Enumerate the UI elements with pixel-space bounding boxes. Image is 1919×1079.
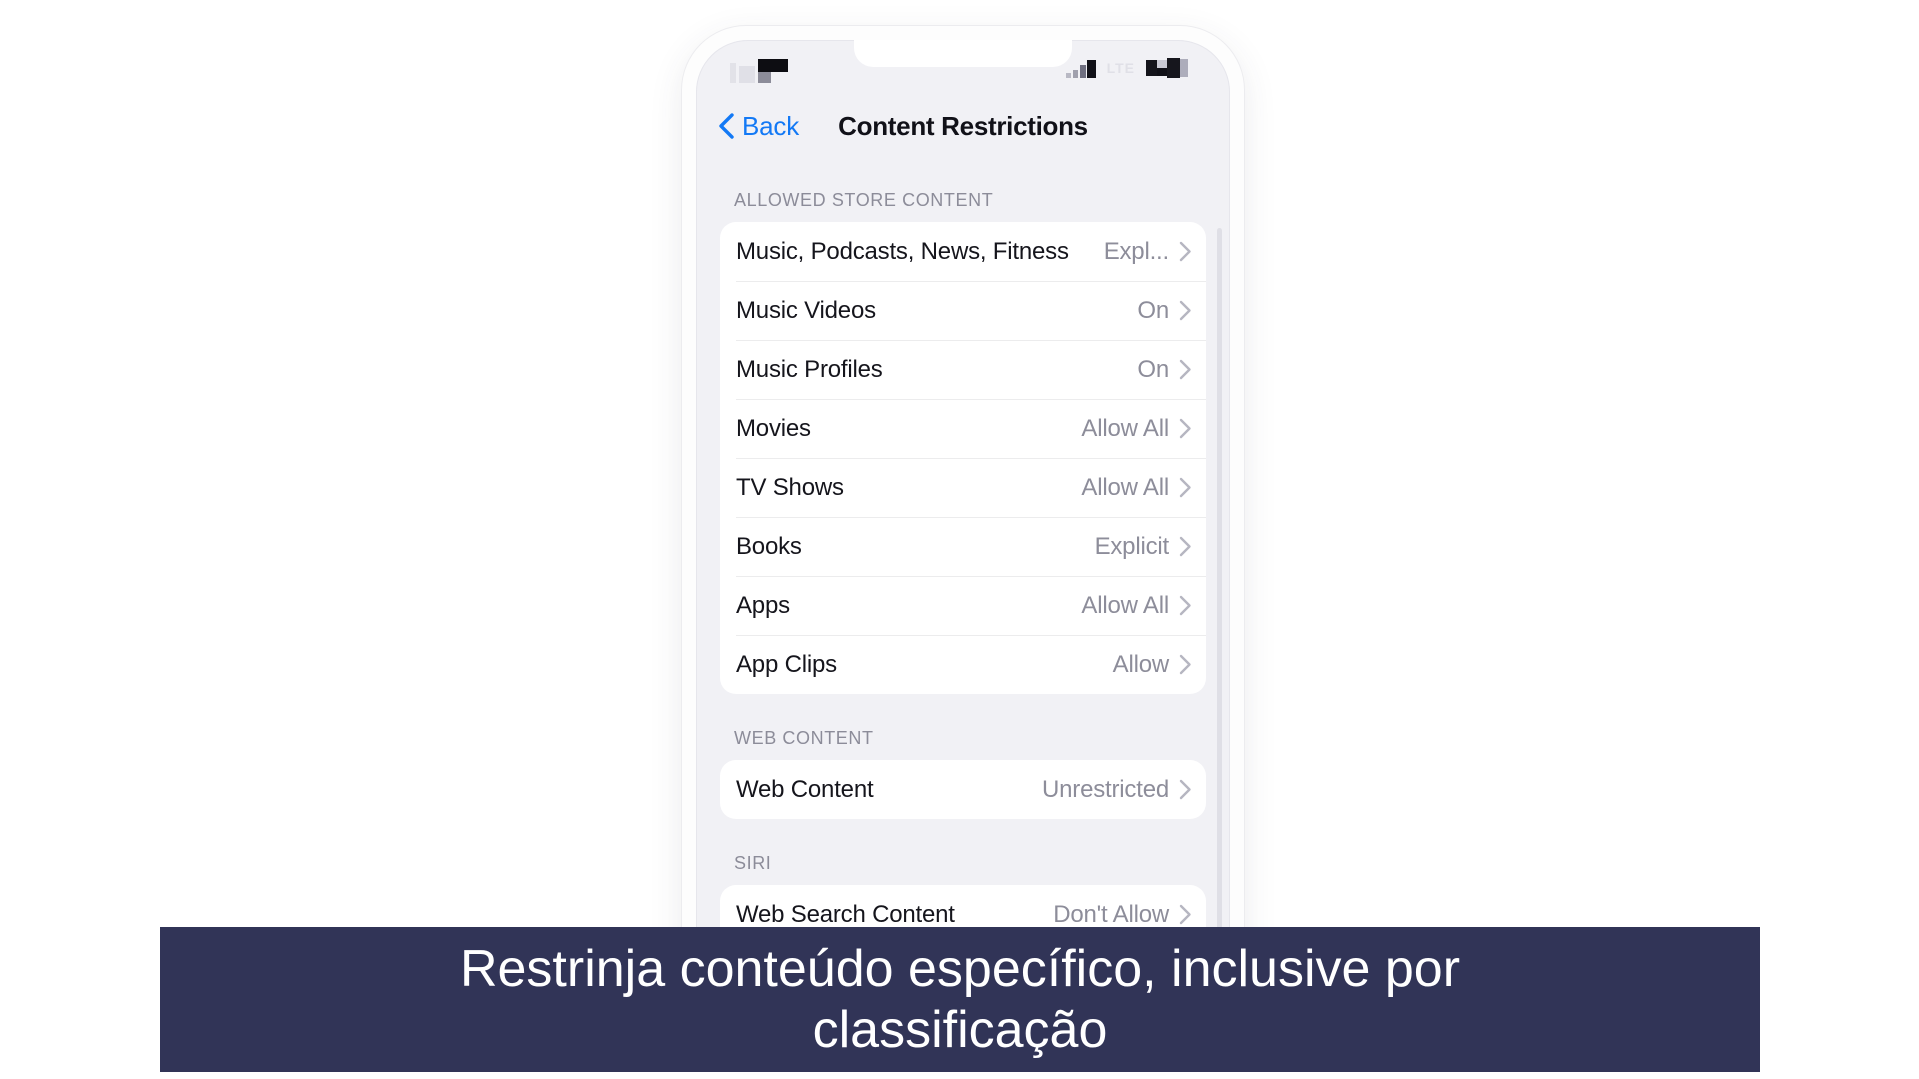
status-bar-right: LTE: [1065, 53, 1190, 83]
back-button[interactable]: Back: [718, 111, 799, 142]
list-item-app-clips[interactable]: App Clips Allow: [720, 635, 1206, 694]
list-item-value: Expl...: [1103, 237, 1169, 265]
list-item-value: On: [1137, 296, 1169, 324]
list-item-label: Apps: [736, 591, 790, 619]
list-item-music-podcasts-news-fitness[interactable]: Music, Podcasts, News, Fitness Expl...: [720, 222, 1206, 281]
list-item-music-videos[interactable]: Music Videos On: [720, 281, 1206, 340]
list-item-label: Movies: [736, 414, 811, 442]
chevron-right-icon: [1179, 418, 1192, 439]
settings-scroll-area[interactable]: ALLOWED STORE CONTENT Music, Podcasts, N…: [696, 156, 1230, 1022]
chevron-right-icon: [1179, 536, 1192, 557]
list-item-label: Music, Podcasts, News, Fitness: [736, 237, 1069, 265]
list-item-tv-shows[interactable]: TV Shows Allow All: [720, 458, 1206, 517]
list-item-value: Allow All: [1081, 473, 1169, 501]
vertical-scrollbar[interactable]: [1217, 228, 1222, 973]
list-item-label: Books: [736, 532, 802, 560]
caption-line-2: classificação: [812, 1000, 1108, 1059]
chevron-right-icon: [1179, 300, 1192, 321]
list-item-label: Music Videos: [736, 296, 876, 324]
caption-banner: Restrinja conteúdo específico, inclusive…: [160, 927, 1760, 1072]
clock-redacted-pixel: [730, 63, 736, 83]
list-item-apps[interactable]: Apps Allow All: [720, 576, 1206, 635]
list-item-value: Don't Allow: [1053, 900, 1169, 928]
list-item-value: On: [1137, 355, 1169, 383]
list-item-value: Allow All: [1081, 591, 1169, 619]
carrier-label: LTE: [1106, 60, 1135, 76]
phone-notch: [854, 40, 1072, 67]
settings-group-web-content: Web Content Unrestricted: [720, 760, 1206, 819]
caption-line-1: Restrinja conteúdo específico, inclusive…: [459, 940, 1461, 999]
settings-group-allowed-store-content: Music, Podcasts, News, Fitness Expl... M…: [720, 222, 1206, 694]
list-item-value: Allow: [1112, 650, 1170, 678]
section-header-web-content: WEB CONTENT: [734, 728, 874, 748]
list-item-music-profiles[interactable]: Music Profiles On: [720, 340, 1206, 399]
list-item-web-content[interactable]: Web Content Unrestricted: [720, 760, 1206, 819]
list-item-label: App Clips: [736, 650, 837, 678]
list-item-value: Allow All: [1081, 414, 1169, 442]
list-item-books[interactable]: Books Explicit: [720, 517, 1206, 576]
chevron-left-icon: [718, 113, 734, 139]
list-item-value: Explicit: [1094, 532, 1170, 560]
battery-icon: [1146, 57, 1190, 79]
status-redacted-block-icon: [758, 59, 788, 83]
cellular-signal-icon: [1065, 58, 1096, 78]
chevron-right-icon: [1179, 595, 1192, 616]
phone-screen: LTE Back Content Restrictions ALLOWED ST…: [696, 40, 1230, 1022]
chevron-right-icon: [1179, 359, 1192, 380]
list-item-label: Web Content: [736, 775, 874, 803]
chevron-right-icon: [1179, 654, 1192, 675]
list-item-movies[interactable]: Movies Allow All: [720, 399, 1206, 458]
list-item-value: Unrestricted: [1042, 775, 1169, 803]
section-header-siri: SIRI: [734, 853, 772, 873]
clock-redacted-pixel: [739, 66, 755, 83]
list-item-label: Web Search Content: [736, 900, 955, 928]
back-button-label: Back: [742, 110, 800, 141]
chevron-right-icon: [1179, 241, 1192, 262]
navigation-bar: Back Content Restrictions: [696, 96, 1230, 156]
status-bar-left: [730, 53, 788, 83]
chevron-right-icon: [1179, 779, 1192, 800]
list-item-label: Music Profiles: [736, 355, 883, 383]
list-item-label: TV Shows: [736, 473, 844, 501]
chevron-right-icon: [1179, 477, 1192, 498]
chevron-right-icon: [1179, 904, 1192, 925]
screenshot-root: LTE Back Content Restrictions ALLOWED ST…: [0, 0, 1919, 1079]
section-header-allowed-store-content: ALLOWED STORE CONTENT: [734, 190, 994, 210]
phone-device-frame: LTE Back Content Restrictions ALLOWED ST…: [682, 26, 1244, 1036]
